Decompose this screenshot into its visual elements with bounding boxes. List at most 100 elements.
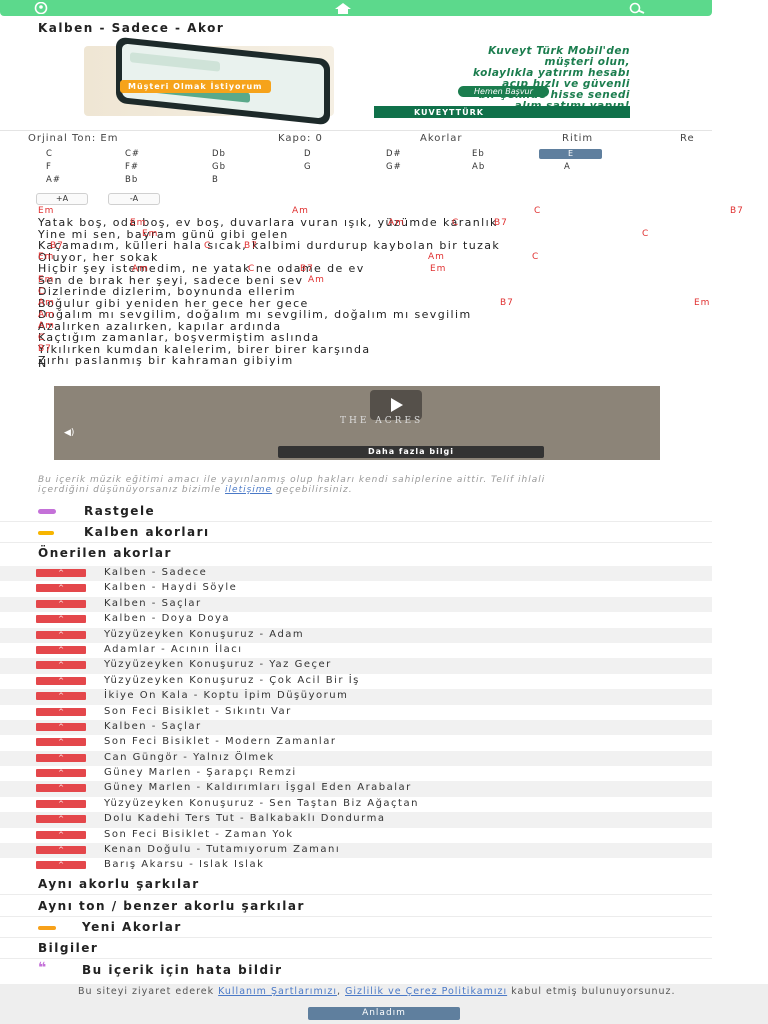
tone-option-selected[interactable]: E — [539, 149, 602, 159]
tone-option[interactable]: B — [212, 175, 219, 185]
list-item[interactable]: ^ Can Güngör - Yalnız Ölmek — [0, 750, 712, 767]
user-icon[interactable] — [32, 1, 50, 15]
info-section[interactable]: Bilgiler — [0, 938, 712, 959]
song-link[interactable]: Kalben - Saçlar — [104, 598, 202, 609]
same-tone-section[interactable]: Aynı ton / benzer akorlu şarkılar — [0, 896, 712, 917]
tone-option[interactable]: D — [304, 149, 312, 159]
tone-option[interactable]: Bb — [125, 175, 138, 185]
song-link[interactable]: Yüzyüzeyken Konuşuruz - Yaz Geçer — [104, 659, 332, 670]
song-link[interactable]: Güney Marlen - Şarapçı Remzi — [104, 767, 297, 778]
chord-label[interactable]: Em — [694, 298, 710, 308]
list-item[interactable]: ^ Son Feci Bisiklet - Zaman Yok — [0, 828, 712, 843]
tone-option[interactable]: Db — [212, 149, 226, 159]
list-item[interactable]: ^ Yüzyüzeyken Konuşuruz - Sen Taştan Biz … — [0, 797, 712, 812]
more-info-button[interactable]: Daha fazla bilgi — [278, 446, 544, 458]
zoom-in-button[interactable]: +A — [36, 193, 88, 205]
chord-label[interactable]: C — [38, 287, 45, 297]
tone-option[interactable]: Eb — [472, 149, 485, 159]
tone-option[interactable]: C# — [125, 149, 140, 159]
tone-option[interactable]: A# — [46, 175, 61, 185]
list-item[interactable]: ^ Kalben - Doya Doya — [0, 612, 712, 627]
search-icon[interactable] — [628, 1, 646, 15]
list-item[interactable]: ^ Kalben - Saçlar — [0, 596, 712, 613]
chord-label[interactable]: C — [534, 206, 541, 216]
chord-label[interactable]: B7 — [38, 344, 52, 354]
contact-link[interactable]: iletişime — [225, 485, 272, 495]
chord-label[interactable]: Am — [428, 252, 445, 262]
song-link[interactable]: Son Feci Bisiklet - Sıkıntı Var — [104, 706, 292, 717]
chord-label[interactable]: C — [204, 241, 211, 251]
list-item[interactable]: ^ Kalben - Sadece — [0, 566, 712, 582]
chord-label[interactable]: Em — [38, 252, 54, 262]
list-item[interactable]: ^ Kenan Doğulu - Tutamıyorum Zamanı — [0, 843, 712, 859]
privacy-link[interactable]: Gizlilik ve Çerez Politikamızı — [345, 986, 507, 997]
chord-label[interactable]: Em — [38, 275, 54, 285]
song-link[interactable]: Son Feci Bisiklet - Modern Zamanlar — [104, 736, 336, 747]
chord-label[interactable]: Am — [292, 206, 309, 216]
chord-label[interactable]: B7 — [730, 206, 744, 216]
video-ad[interactable]: THE ACRES ◀︎) Daha fazla bilgi — [54, 386, 660, 460]
song-link[interactable]: Güney Marlen - Kaldırımları İşgal Eden A… — [104, 782, 412, 793]
song-link[interactable]: Kalben - Saçlar — [104, 721, 202, 732]
tone-option[interactable]: F — [46, 162, 52, 172]
chord-label[interactable]: C — [38, 333, 45, 343]
terms-link[interactable]: Kullanım Şartlarımızı — [218, 986, 337, 997]
chord-label[interactable]: B7 — [494, 218, 508, 228]
chord-label[interactable]: C — [452, 218, 459, 228]
tone-option[interactable]: G — [304, 162, 312, 172]
song-link[interactable]: Kalben - Doya Doya — [104, 613, 230, 624]
song-link[interactable]: Kalben - Haydi Söyle — [104, 582, 237, 593]
song-link[interactable]: Barış Akarsu - Islak Islak — [104, 859, 264, 870]
song-link[interactable]: Yüzyüzeyken Konuşuruz - Sen Taştan Biz A… — [104, 798, 419, 809]
mute-icon[interactable]: ◀︎) — [64, 428, 74, 438]
chord-label[interactable]: Am — [308, 275, 325, 285]
song-link[interactable]: Can Güngör - Yalnız Ölmek — [104, 752, 275, 763]
zoom-out-button[interactable]: -A — [108, 193, 160, 205]
tone-option[interactable]: C — [46, 149, 53, 159]
same-chords-section[interactable]: Aynı akorlu şarkılar — [0, 874, 712, 895]
chord-label[interactable]: Em — [38, 206, 54, 216]
song-link[interactable]: Yüzyüzeyken Konuşuruz - Adam — [104, 629, 304, 640]
chord-label[interactable]: B7 — [50, 241, 64, 251]
chord-label[interactable]: Am — [38, 298, 55, 308]
chord-label[interactable]: B7 — [500, 298, 514, 308]
song-link[interactable]: Kenan Doğulu - Tutamıyorum Zamanı — [104, 844, 340, 855]
tone-option[interactable]: G# — [386, 162, 402, 172]
tone-option[interactable]: Ab — [472, 162, 485, 172]
list-item[interactable]: ^ Adamlar - Acının İlacı — [0, 643, 712, 658]
list-item[interactable]: ^ Kalben - Saçlar — [0, 719, 712, 736]
tab-more[interactable]: Re — [680, 133, 695, 144]
list-item[interactable]: ^ Kalben - Haydi Söyle — [0, 581, 712, 596]
chord-label[interactable]: C — [248, 264, 255, 274]
tab-chords[interactable]: Akorlar — [420, 133, 463, 144]
tab-rhythm[interactable]: Ritim — [562, 133, 593, 144]
list-item[interactable]: ^ Barış Akarsu - Islak Islak — [0, 858, 712, 873]
list-item[interactable]: ^ Yüzyüzeyken Konuşuruz - Çok Acil Bir İş — [0, 674, 712, 689]
home-icon[interactable] — [334, 1, 352, 15]
song-link[interactable]: Adamlar - Acının İlacı — [104, 644, 243, 655]
song-link[interactable]: Kalben - Sadece — [104, 567, 207, 578]
tone-option[interactable]: F# — [125, 162, 139, 172]
song-link[interactable]: Dolu Kadehi Ters Tut - Balkabaklı Dondur… — [104, 813, 385, 824]
random-section[interactable]: Rastgele — [0, 501, 712, 522]
chord-label[interactable]: Am — [132, 264, 149, 274]
list-item[interactable]: ^ Son Feci Bisiklet - Modern Zamanlar — [0, 735, 712, 750]
chord-label[interactable]: Em — [142, 229, 158, 239]
cookie-accept-button[interactable]: Anladım — [308, 1007, 460, 1020]
song-link[interactable]: İkiye On Kala - Koptu İpim Düşüyorum — [104, 690, 348, 701]
tone-option[interactable]: A — [564, 162, 571, 172]
list-item[interactable]: ^ Son Feci Bisiklet - Sıkıntı Var — [0, 705, 712, 720]
tone-option[interactable]: Gb — [212, 162, 226, 172]
list-item[interactable]: ^ Güney Marlen - Şarapçı Remzi — [0, 766, 712, 781]
ad-cta-button[interactable]: Hemen Başvur — [458, 86, 549, 97]
chord-label[interactable]: Am — [38, 310, 55, 320]
new-chords-section[interactable]: Yeni Akorlar — [0, 917, 712, 938]
kalben-chords-section[interactable]: Kalben akorları — [0, 522, 712, 543]
ad-banner[interactable]: Müşteri Olmak İstiyorum Kuveyt Türk Mobi… — [84, 36, 630, 126]
chord-label[interactable]: C — [532, 252, 539, 262]
list-item[interactable]: ^ Dolu Kadehi Ters Tut - Balkabaklı Dondu… — [0, 812, 712, 828]
list-item[interactable]: ^ Güney Marlen - Kaldırımları İşgal Eden … — [0, 781, 712, 797]
tone-option[interactable]: D# — [386, 149, 402, 159]
chord-label[interactable]: B7 — [300, 264, 314, 274]
list-item[interactable]: ^ Yüzyüzeyken Konuşuruz - Adam — [0, 627, 712, 643]
